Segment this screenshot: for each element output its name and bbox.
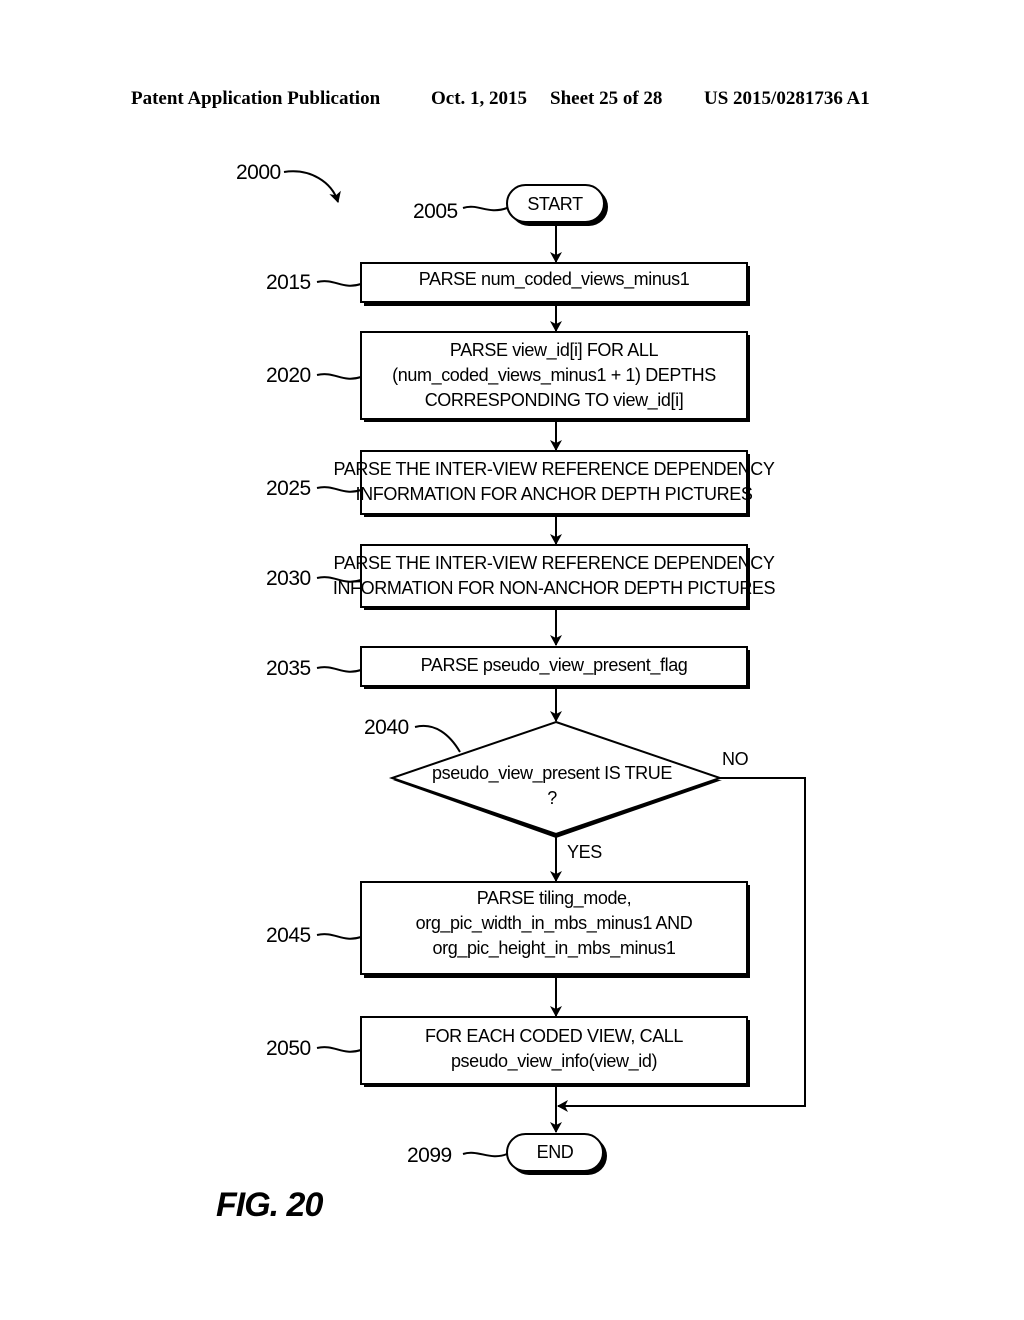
yes-label: YES	[567, 842, 602, 862]
leader-2025	[316, 486, 362, 493]
step-2030-line-2: INFORMATION FOR NON-ANCHOR DEPTH PICTURE…	[333, 578, 776, 598]
leader-2045	[316, 933, 362, 940]
ref-2050: 2050	[266, 1037, 311, 1060]
decision-line-1: pseudo_view_present IS TRUE	[432, 763, 672, 784]
ref-2025: 2025	[266, 477, 311, 500]
step-2045-line-1: PARSE tiling_mode,	[477, 888, 632, 909]
flowchart-diagram: 2000 START 2005 PARSE num_coded_views_mi…	[216, 161, 806, 1224]
ref-2020: 2020	[266, 364, 311, 387]
leader-2099	[462, 1151, 508, 1158]
step-2015-line-1: PARSE num_coded_views_minus1	[419, 269, 690, 290]
start-terminal: START	[506, 184, 608, 226]
step-2045-line-3: org_pic_height_in_mbs_minus1	[433, 938, 676, 959]
decision-2040: pseudo_view_present IS TRUE ?	[388, 720, 724, 838]
leader-2020	[316, 373, 362, 380]
leader-2050	[316, 1046, 362, 1053]
no-label: NO	[722, 749, 749, 769]
step-2045: PARSE tiling_mode, org_pic_width_in_mbs_…	[360, 881, 750, 978]
leader-2040	[414, 724, 461, 753]
step-2050-line-1: FOR EACH CODED VIEW, CALL	[425, 1026, 683, 1046]
figure-ref-label: 2000	[236, 161, 281, 184]
step-2035: PARSE pseudo_view_present_flag	[360, 646, 750, 689]
start-label: START	[527, 194, 583, 214]
decision-line-2: ?	[547, 788, 557, 808]
end-terminal: END	[506, 1133, 607, 1175]
leader-2015	[316, 280, 362, 287]
step-2025-line-1: PARSE THE INTER-VIEW REFERENCE DEPENDENC…	[333, 459, 774, 479]
step-2020-line-3: CORRESPONDING TO view_id[i]	[425, 390, 684, 411]
ref-2035: 2035	[266, 657, 311, 680]
ref-2015: 2015	[266, 271, 311, 294]
step-2030: PARSE THE INTER-VIEW REFERENCE DEPENDENC…	[333, 544, 776, 610]
step-2015: PARSE num_coded_views_minus1	[360, 262, 750, 306]
figure-label: FIG. 20	[216, 1186, 323, 1224]
step-2020-line-2: (num_coded_views_minus1 + 1) DEPTHS	[392, 365, 716, 386]
step-2035-line-1: PARSE pseudo_view_present_flag	[421, 655, 688, 676]
step-2045-line-2: org_pic_width_in_mbs_minus1 AND	[416, 913, 693, 934]
ref-2005: 2005	[413, 200, 458, 223]
end-label: END	[537, 1142, 574, 1162]
step-2025-line-2: INFORMATION FOR ANCHOR DEPTH PICTURES	[356, 484, 753, 504]
ref-2030: 2030	[266, 567, 311, 590]
leader-2005	[462, 205, 508, 212]
step-2020: PARSE view_id[i] FOR ALL (num_coded_view…	[360, 331, 750, 422]
step-2020-line-1: PARSE view_id[i] FOR ALL	[450, 340, 659, 361]
ref-2045: 2045	[266, 924, 311, 947]
figure-ref-arrow	[283, 170, 341, 203]
step-2025: PARSE THE INTER-VIEW REFERENCE DEPENDENC…	[333, 450, 775, 517]
step-2030-line-1: PARSE THE INTER-VIEW REFERENCE DEPENDENC…	[333, 553, 774, 573]
ref-2099: 2099	[407, 1144, 452, 1167]
step-2050: FOR EACH CODED VIEW, CALL pseudo_view_in…	[360, 1016, 750, 1087]
leader-2035	[316, 666, 362, 673]
ref-2040: 2040	[364, 716, 409, 739]
step-2050-line-2: pseudo_view_info(view_id)	[451, 1051, 657, 1072]
